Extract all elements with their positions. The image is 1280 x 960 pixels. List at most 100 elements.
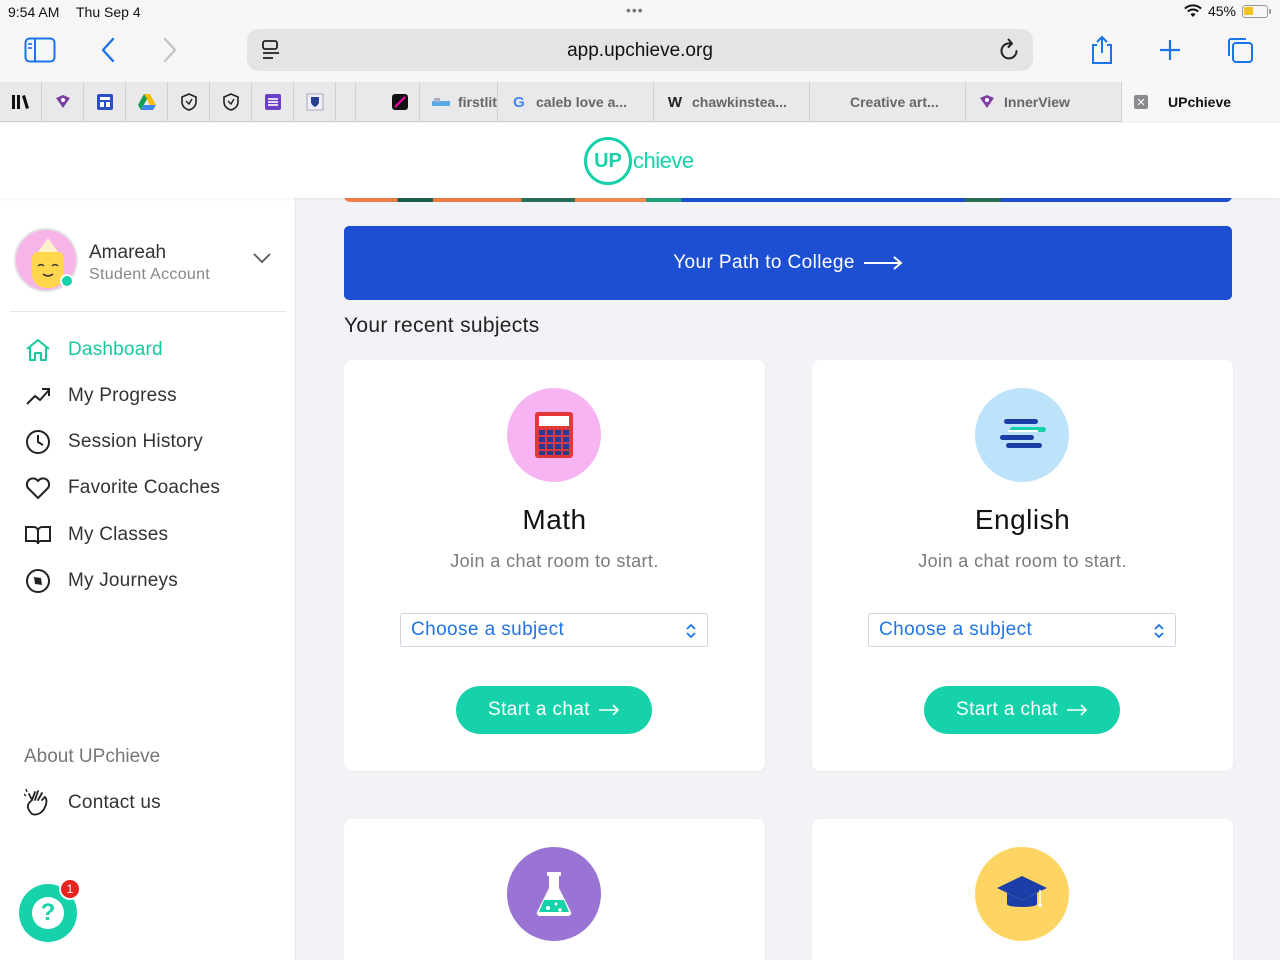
- open-book-icon: [24, 521, 52, 549]
- status-bar: 9:54 AM Thu Sep 4 ••• 45%: [0, 0, 1280, 24]
- wifi-icon: [1184, 4, 1202, 17]
- close-tab-icon[interactable]: ✕: [1134, 95, 1148, 109]
- path-to-college-button[interactable]: Your Path to College: [344, 226, 1232, 300]
- sidebar-item-session-history[interactable]: Session History: [0, 422, 296, 462]
- tab-innerview[interactable]: InnerView: [966, 82, 1122, 122]
- pinned-tab[interactable]: [336, 82, 356, 122]
- subject-card-english: English Join a chat room to start. Choos…: [812, 360, 1233, 771]
- address-bar[interactable]: app.upchieve.org: [247, 29, 1033, 71]
- google-drive-icon: [137, 94, 156, 110]
- google-favicon: G: [513, 93, 525, 111]
- pinned-tab[interactable]: [126, 82, 168, 122]
- tab-title: chawkinstea...: [692, 94, 787, 110]
- arrow-right-icon: [1066, 704, 1088, 716]
- status-date: Thu Sep 4: [76, 4, 141, 20]
- tab-title: caleb love a...: [536, 94, 628, 110]
- book-favicon: [432, 93, 450, 111]
- tab-creative-art[interactable]: Creative art...: [810, 82, 966, 122]
- waving-hand-icon: [24, 788, 52, 817]
- shield-icon: [222, 93, 239, 111]
- pinned-tab[interactable]: [84, 82, 126, 122]
- pinned-tab[interactable]: [210, 82, 252, 122]
- help-question-icon: ?: [32, 897, 64, 929]
- start-chat-label: Start a chat: [488, 699, 590, 720]
- online-status-dot: [60, 274, 74, 288]
- innerview-icon: [55, 95, 70, 108]
- arrow-right-icon: [863, 256, 903, 270]
- sidebar-item-my-journeys[interactable]: My Journeys: [0, 561, 296, 601]
- about-upchieve-link[interactable]: About UPchieve: [24, 746, 160, 768]
- sidebar-item-label: Session History: [68, 431, 203, 452]
- sidebar-item-my-classes[interactable]: My Classes: [0, 515, 296, 555]
- upchieve-logo[interactable]: UP chieve: [584, 137, 694, 185]
- tabs-overview-icon[interactable]: [1222, 34, 1258, 66]
- pinned-tab[interactable]: [168, 82, 210, 122]
- start-chat-button[interactable]: Start a chat: [924, 686, 1120, 734]
- tab-bar: firstlit G caleb love a... W chawkinstea…: [0, 82, 1280, 122]
- url-text: app.upchieve.org: [567, 40, 713, 61]
- logo-mark: UP: [584, 137, 632, 185]
- chevron-updown-icon: [1154, 623, 1164, 639]
- pinned-tab[interactable]: [252, 82, 294, 122]
- select-placeholder: Choose a subject: [411, 619, 565, 640]
- sidebar-item-dashboard[interactable]: Dashboard: [0, 330, 296, 370]
- pinned-tab[interactable]: [294, 82, 336, 122]
- flask-icon: [507, 847, 601, 941]
- form-icon: [96, 94, 113, 110]
- site-header: UP chieve: [0, 123, 1280, 198]
- clock-icon: [24, 428, 52, 456]
- tab-google[interactable]: G caleb love a...: [498, 82, 654, 122]
- innerview-favicon: [978, 93, 996, 111]
- sidebar-item-favorite-coaches[interactable]: Favorite Coaches: [0, 468, 296, 508]
- battery-percent: 45%: [1207, 3, 1236, 19]
- tab-firstlit[interactable]: firstlit: [420, 82, 498, 122]
- battery-fill: [1244, 6, 1254, 15]
- subject-card-math: Math Join a chat room to start. Choose a…: [344, 360, 765, 771]
- contact-label: Contact us: [68, 792, 161, 813]
- sidebar-toggle-icon[interactable]: [22, 34, 58, 66]
- tab-chawkinstea[interactable]: W chawkinstea...: [654, 82, 810, 122]
- select-placeholder: Choose a subject: [879, 619, 1033, 640]
- brush-app-icon: [391, 94, 408, 110]
- library-icon: [11, 95, 29, 109]
- chevron-updown-icon: [686, 623, 696, 639]
- subject-card-science: [344, 819, 765, 960]
- back-icon[interactable]: [90, 34, 126, 66]
- status-time: 9:54 AM: [8, 4, 60, 20]
- english-subject-select[interactable]: Choose a subject: [868, 613, 1176, 647]
- start-chat-label: Start a chat: [956, 699, 1058, 720]
- graduation-cap-icon: [975, 847, 1069, 941]
- pinned-tab[interactable]: [0, 82, 42, 122]
- sidebar-item-my-progress[interactable]: My Progress: [0, 376, 296, 416]
- new-tab-icon[interactable]: [1152, 34, 1188, 66]
- pinned-tab[interactable]: [42, 82, 84, 122]
- multitasking-dots-icon[interactable]: •••: [626, 2, 644, 18]
- tab-title: firstlit: [458, 94, 497, 110]
- recent-subjects-heading: Your recent subjects: [344, 314, 540, 337]
- tab-upchieve[interactable]: ✕ UPchieve: [1122, 82, 1280, 122]
- compass-icon: [24, 567, 52, 595]
- sidebar-item-label: Favorite Coaches: [68, 477, 221, 498]
- start-chat-button[interactable]: Start a chat: [456, 686, 652, 734]
- shield-icon: [180, 93, 197, 111]
- school-crest-icon: [306, 93, 323, 111]
- math-subject-select[interactable]: Choose a subject: [400, 613, 708, 647]
- card-subtitle: Join a chat room to start.: [450, 551, 659, 571]
- card-subtitle: Join a chat room to start.: [918, 551, 1127, 571]
- trend-up-icon: [24, 382, 52, 410]
- forward-icon[interactable]: [152, 34, 188, 66]
- calculator-icon: [507, 388, 601, 482]
- pinned-tab[interactable]: [380, 82, 420, 122]
- sidebar: Amareah Student Account Dashboard My Pro…: [0, 198, 296, 960]
- path-to-college-label: Your Path to College: [673, 252, 855, 273]
- w-favicon: W: [667, 93, 683, 111]
- sidebar-item-label: My Journeys: [68, 570, 178, 591]
- arrow-right-icon: [598, 704, 620, 716]
- reload-icon[interactable]: [999, 38, 1021, 62]
- tab-title: Creative art...: [850, 94, 939, 110]
- tab-title: UPchieve: [1168, 94, 1232, 110]
- contact-us-link[interactable]: Contact us: [0, 783, 296, 823]
- share-icon[interactable]: [1084, 34, 1120, 66]
- heart-icon: [24, 474, 52, 502]
- chevron-down-icon[interactable]: [252, 252, 272, 264]
